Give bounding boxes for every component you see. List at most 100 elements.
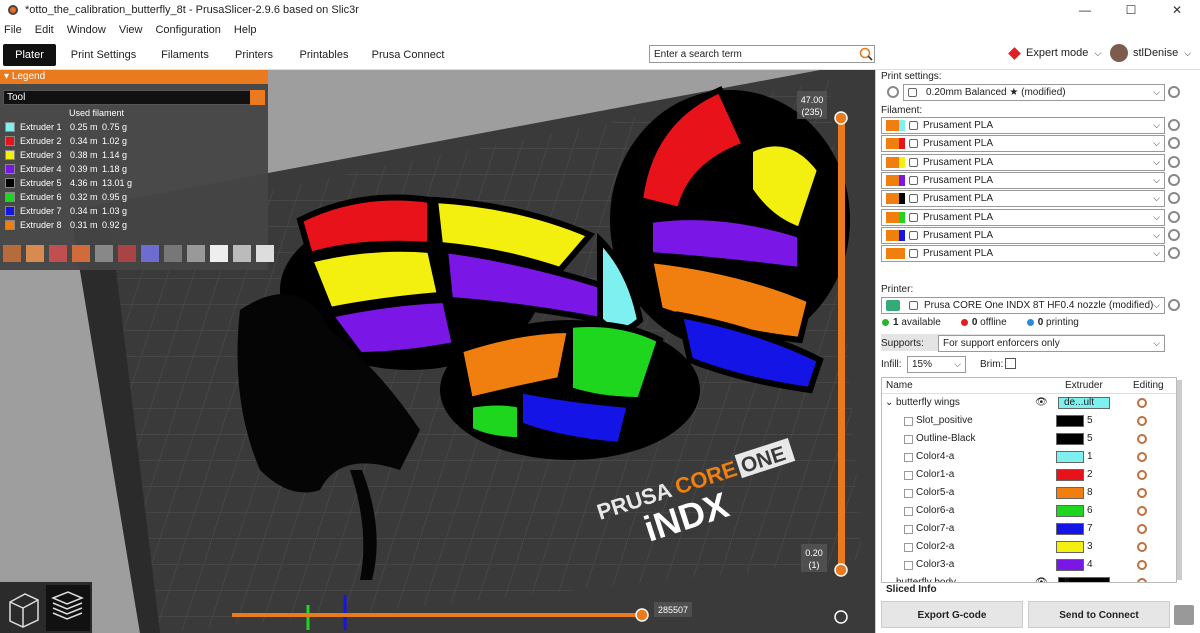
menu-help[interactable]: Help — [234, 24, 257, 36]
export-icon[interactable] — [1174, 605, 1194, 625]
legend-row[interactable]: Extruder 5 4.36 m 13.01 g — [0, 176, 268, 190]
extruder-number[interactable]: 1 — [1087, 448, 1093, 466]
tab-prusa-connect[interactable]: Prusa Connect — [370, 44, 446, 66]
tab-printers[interactable]: Printers — [230, 44, 278, 66]
menu-configuration[interactable]: Configuration — [155, 24, 220, 36]
custom-gcode-icon[interactable] — [187, 245, 205, 262]
user-account[interactable]: stlDenise ⌵ — [1110, 44, 1191, 62]
chevron-down-icon[interactable]: ⌄ — [885, 394, 893, 412]
retractions-icon[interactable] — [49, 245, 67, 262]
infill-select[interactable]: 15% ⌵ — [907, 356, 966, 373]
scrollbar[interactable] — [1177, 380, 1182, 580]
view-type-select[interactable]: Tool — [3, 90, 265, 105]
edit-settings-icon[interactable] — [1137, 578, 1147, 582]
edit-settings-icon[interactable] — [1137, 542, 1147, 552]
legend-row[interactable]: Extruder 8 0.31 m 0.92 g — [0, 218, 268, 232]
column-name[interactable]: Name — [886, 378, 913, 394]
color-changes-icon[interactable] — [141, 245, 159, 262]
filament-color-swatch[interactable] — [886, 211, 899, 223]
gcode-slider-handle[interactable] — [635, 608, 649, 622]
filament-select[interactable]: Prusament PLA ⌵ — [881, 190, 1165, 208]
filament-color-swatch[interactable] — [886, 120, 899, 131]
mode-selector[interactable]: Expert mode ⌵ — [1008, 46, 1101, 60]
edit-settings-icon[interactable] — [1137, 524, 1147, 534]
layer-slider-top-handle[interactable] — [834, 111, 848, 125]
filament-select[interactable]: Prusament PLA ⌵ — [881, 226, 1165, 244]
extruder-number[interactable]: de...ult — [1064, 394, 1094, 412]
search-icon[interactable] — [858, 46, 874, 62]
brim-checkbox[interactable] — [1005, 358, 1016, 369]
layer-slider-bottom-handle[interactable] — [834, 563, 848, 577]
supports-select[interactable]: For support enforcers only ⌵ — [938, 335, 1165, 352]
search-input[interactable] — [650, 48, 858, 60]
column-editing[interactable]: Editing — [1133, 378, 1164, 394]
object-list-item[interactable]: Slot_positive 5 — [882, 412, 1176, 430]
maximize-button[interactable]: ☐ — [1108, 0, 1154, 20]
edit-settings-icon[interactable] — [1137, 560, 1147, 570]
legend-header[interactable]: ▾ Legend — [0, 70, 268, 84]
filament-edit-icon[interactable] — [1168, 210, 1180, 223]
extruder-number[interactable]: 3 — [1087, 538, 1093, 556]
print-settings-gear-icon[interactable] — [887, 86, 899, 98]
export-gcode-button[interactable]: Export G-code — [881, 601, 1023, 628]
edit-settings-icon[interactable] — [1137, 470, 1147, 480]
column-extruder[interactable]: Extruder — [1065, 378, 1103, 394]
3d-view-icon[interactable] — [9, 593, 39, 628]
legend-row[interactable]: Extruder 3 0.38 m 1.14 g — [0, 148, 268, 162]
legend-row[interactable]: Extruder 7 0.34 m 1.03 g — [0, 204, 268, 218]
object-list-item[interactable]: ⌄ butterfly body 👁 5 — [882, 574, 1176, 582]
extruder-number[interactable]: 4 — [1087, 556, 1093, 574]
filament-color-swatch[interactable] — [886, 138, 899, 150]
eye-icon[interactable]: 👁 — [1035, 394, 1048, 412]
filament-select[interactable]: Prusament PLA ⌵ — [881, 208, 1165, 226]
chevron-down-icon[interactable]: ⌄ — [885, 574, 893, 582]
edit-settings-icon[interactable] — [1137, 398, 1147, 408]
extruder-number[interactable]: 7 — [1087, 520, 1093, 538]
edit-settings-icon[interactable] — [1137, 452, 1147, 462]
filament-select[interactable]: Prusament PLA ⌵ — [881, 153, 1165, 171]
object-list-item[interactable]: Color7-a 7 — [882, 520, 1176, 538]
object-list-item[interactable]: Outline-Black 5 — [882, 430, 1176, 448]
filament-edit-icon[interactable] — [1168, 228, 1180, 241]
object-list-item[interactable]: Color5-a 8 — [882, 484, 1176, 502]
filament-color-swatch[interactable] — [886, 248, 899, 260]
extruder-number[interactable]: 5 — [1087, 412, 1093, 430]
tool-marker-icon[interactable] — [256, 245, 274, 262]
menu-view[interactable]: View — [119, 24, 143, 36]
tool-changes-icon[interactable] — [118, 245, 136, 262]
filament-select[interactable]: Prusament PLA ⌵ — [881, 171, 1165, 189]
object-list-item[interactable]: Color2-a 3 — [882, 538, 1176, 556]
printer-select[interactable]: Prusa CORE One INDX 8T HF0.4 nozzle (mod… — [881, 297, 1165, 314]
legend-row[interactable]: Extruder 4 0.39 m 1.18 g — [0, 162, 268, 176]
object-list-item[interactable]: ⌄ butterfly wings 👁 de...ult — [882, 394, 1176, 412]
filament-edit-icon[interactable] — [1168, 137, 1180, 150]
print-settings-edit-icon[interactable] — [1168, 86, 1180, 98]
object-list-item[interactable]: Color3-a 4 — [882, 556, 1176, 574]
filament-color-swatch[interactable] — [886, 193, 899, 205]
legend-row[interactable]: Extruder 2 0.34 m 1.02 g — [0, 134, 268, 148]
extruder-number[interactable]: 6 — [1087, 502, 1093, 520]
send-to-connect-button[interactable]: Send to Connect — [1028, 601, 1170, 628]
edit-settings-icon[interactable] — [1137, 434, 1147, 444]
tab-print-settings[interactable]: Print Settings — [66, 44, 141, 66]
wipe-icon[interactable] — [26, 245, 44, 262]
filament-select[interactable]: Prusament PLA ⌵ — [881, 117, 1165, 134]
seams-icon[interactable] — [95, 245, 113, 262]
filament-edit-icon[interactable] — [1168, 192, 1180, 205]
center-of-gravity-icon[interactable] — [210, 245, 228, 262]
print-settings-select[interactable]: 0.20mm Balanced ★ (modified) ⌵ — [903, 84, 1165, 101]
sliced-info-header[interactable]: Sliced Info — [886, 584, 937, 595]
filament-edit-icon[interactable] — [1168, 155, 1180, 168]
object-list-item[interactable]: Color4-a 1 — [882, 448, 1176, 466]
filament-edit-icon[interactable] — [1168, 173, 1180, 186]
filament-color-swatch[interactable] — [886, 174, 899, 186]
extruder-number[interactable]: 8 — [1087, 484, 1093, 502]
travel-icon[interactable] — [3, 245, 21, 262]
filament-color-swatch[interactable] — [886, 229, 899, 241]
shells-icon[interactable] — [233, 245, 251, 262]
menu-file[interactable]: File — [4, 24, 22, 36]
extruder-number[interactable]: 2 — [1087, 466, 1093, 484]
filament-color-swatch[interactable] — [886, 156, 899, 168]
tab-plater[interactable]: Plater — [3, 44, 56, 66]
filament-select[interactable]: Prusament PLA ⌵ — [881, 135, 1165, 153]
